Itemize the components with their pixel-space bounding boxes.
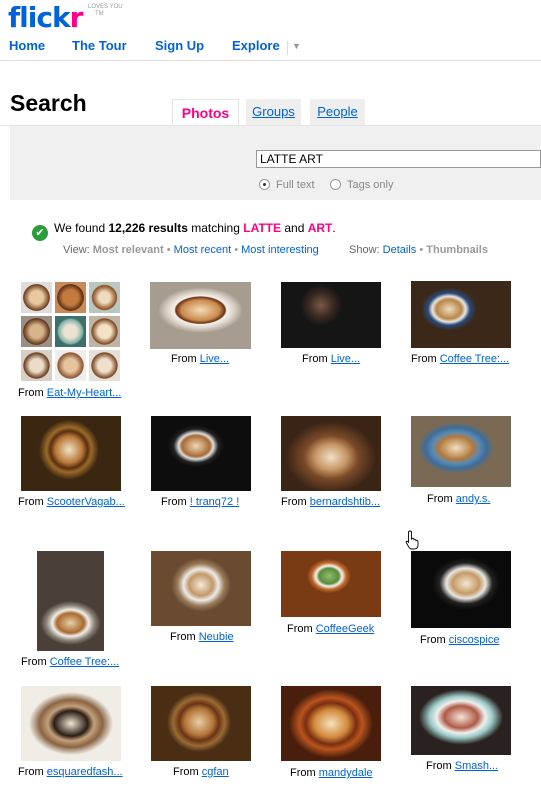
logo-tagline: LOVES YOU [88, 4, 123, 10]
photo-owner-link-6[interactable]: ! tranq72 ! [190, 496, 240, 508]
photo-caption-4: From Coffee Tree:... [411, 353, 510, 365]
nav-home[interactable]: Home [9, 37, 45, 55]
photo-caption-14: From cgfan [173, 766, 229, 778]
logo-text-pink: r [69, 1, 84, 34]
photo-owner-link-2[interactable]: Live... [200, 353, 229, 365]
photo-owner-link-13[interactable]: esquaredfash... [47, 766, 123, 778]
photo-caption-16: From Smash... [426, 760, 499, 772]
photo-caption-8: From andy.s. [427, 493, 491, 505]
photo-caption-1: From Eat-My-Heart... [18, 387, 122, 399]
photo-owner-link-14[interactable]: cgfan [202, 766, 229, 778]
photo-thumbnail-3[interactable] [281, 282, 381, 348]
photo-owner-link-12[interactable]: ciscospice [449, 634, 500, 646]
page-title: Search [10, 90, 87, 116]
logo-tm: TM [95, 11, 104, 17]
full-text-radio[interactable] [259, 179, 270, 190]
photo-thumbnail-13[interactable] [21, 686, 121, 761]
hand-cursor-icon [405, 530, 419, 550]
photo-owner-link-8[interactable]: andy.s. [456, 493, 491, 505]
results-summary: ✔ We found 12,226 results matching LATTE … [32, 221, 336, 241]
photo-thumbnail-14[interactable] [151, 686, 251, 761]
photo-thumbnail-10[interactable] [151, 551, 251, 626]
photo-thumbnail-16[interactable] [411, 686, 511, 755]
sort-most-interesting[interactable]: Most interesting [241, 244, 319, 256]
photo-caption-10: From Neubie [170, 631, 234, 643]
full-text-option[interactable]: Full text [259, 179, 315, 191]
show-details[interactable]: Details [383, 244, 417, 256]
photo-caption-2: From Live... [171, 353, 230, 365]
photo-thumbnail-2[interactable] [150, 282, 251, 349]
photo-owner-link-7[interactable]: bernardshtib... [310, 496, 380, 508]
sort-most-relevant: Most relevant [92, 244, 164, 256]
flickr-logo[interactable]: flickr LOVES YOU TM [8, 1, 123, 34]
photo-thumbnail-8[interactable] [411, 416, 511, 487]
nav-the-tour[interactable]: The Tour [72, 37, 127, 55]
photo-thumbnail-15[interactable] [281, 686, 381, 761]
photo-caption-6: From ! tranq72 ! [161, 496, 240, 508]
sort-most-recent[interactable]: Most recent [174, 244, 231, 256]
photo-caption-13: From esquaredfash... [18, 766, 123, 778]
tab-people[interactable]: People [310, 99, 365, 125]
nav-sign-up[interactable]: Sign Up [155, 37, 204, 55]
photo-caption-3: From Live... [302, 353, 361, 365]
tags-only-label: Tags only [347, 179, 394, 191]
sort-options: View: Most relevant • Most recent • Most… [63, 244, 319, 256]
keyword-art: ART [307, 221, 333, 235]
photo-owner-link-9[interactable]: Coffee Tree:... [50, 656, 120, 668]
photo-thumbnail-4[interactable] [411, 281, 511, 348]
tab-photos[interactable]: Photos [172, 99, 239, 126]
photo-caption-15: From mandydale [290, 767, 373, 779]
photo-owner-link-3[interactable]: Live... [331, 353, 360, 365]
photo-caption-5: From ScooterVagab... [18, 496, 125, 508]
show-thumbnails: Thumbnails [426, 244, 488, 256]
display-options: Show: Details • Thumbnails [349, 244, 488, 256]
photo-caption-11: From CoffeeGeek [287, 623, 375, 635]
photo-thumbnail-9[interactable] [37, 551, 104, 651]
photo-thumbnail-7[interactable] [281, 416, 381, 491]
tab-groups[interactable]: Groups [246, 99, 301, 125]
photo-owner-link-5[interactable]: ScooterVagab... [47, 496, 125, 508]
tags-only-option[interactable]: Tags only [330, 179, 393, 191]
search-input[interactable] [256, 150, 541, 168]
results-count: 12,226 results [108, 221, 188, 235]
photo-thumbnail-5[interactable] [21, 416, 121, 491]
photo-caption-12: From ciscospice [420, 634, 500, 646]
explore-dropdown-icon[interactable]: ▼ [287, 41, 301, 55]
photo-owner-link-11[interactable]: CoffeeGeek [316, 623, 375, 635]
photo-owner-link-4[interactable]: Coffee Tree:... [440, 353, 510, 365]
logo-text-blue: flick [8, 1, 71, 34]
photo-owner-link-10[interactable]: Neubie [199, 631, 234, 643]
nav-explore[interactable]: Explore [232, 37, 280, 55]
keyword-latte: LATTE [243, 221, 282, 235]
photo-thumbnail-11[interactable] [281, 551, 381, 617]
photo-owner-link-1[interactable]: Eat-My-Heart... [47, 387, 122, 399]
photo-thumbnail-1[interactable] [21, 282, 120, 381]
nav-divider [0, 60, 541, 61]
photo-owner-link-15[interactable]: mandydale [319, 767, 373, 779]
tags-only-radio[interactable] [330, 179, 341, 190]
main-nav: Home The Tour Sign Up Explore ▼ [0, 37, 541, 59]
photo-caption-7: From bernardshtib... [281, 496, 381, 508]
checkmark-icon: ✔ [32, 225, 48, 241]
photo-owner-link-16[interactable]: Smash... [455, 760, 498, 772]
photo-thumbnail-6[interactable] [151, 416, 251, 491]
photo-caption-9: From Coffee Tree:... [21, 656, 120, 668]
full-text-label: Full text [276, 179, 315, 191]
photo-thumbnail-12[interactable] [411, 551, 511, 628]
